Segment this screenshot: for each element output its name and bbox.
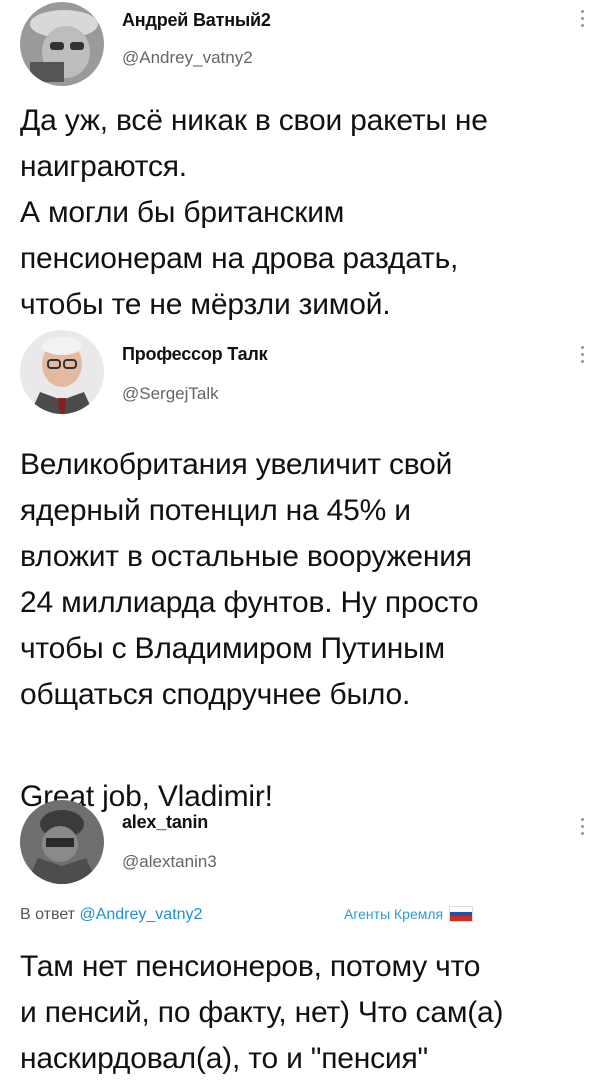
tweet-text: Там нет пенсионеров, потому что и пенсий…: [20, 944, 600, 1082]
tweet-text-line: Там нет пенсионеров, потому что: [20, 950, 481, 983]
author-name[interactable]: alex_tanin: [122, 812, 208, 833]
avatar[interactable]: [20, 800, 104, 884]
russia-flag-icon: [449, 906, 474, 922]
reply-mention-link[interactable]: @Andrey_vatny2: [79, 906, 202, 923]
tweet-text-line: наскирдовал(а), то и "пенсия": [20, 1042, 428, 1075]
reply-prefix: В ответ: [20, 906, 76, 923]
reply-context: В ответ @Andrey_vatny2: [20, 906, 202, 924]
badge-label: Агенты Кремля: [344, 906, 444, 922]
author-handle[interactable]: @alextanin3: [122, 852, 217, 872]
more-vertical-icon[interactable]: [578, 818, 586, 835]
avatar-image-3: [20, 800, 104, 884]
tweet-text-line: и пенсий, по факту, нет) Что сам(а): [20, 996, 504, 1029]
community-badge[interactable]: Агенты Кремля: [344, 906, 474, 922]
tweet-3: alex_tanin @alextanin3 В ответ @Andrey_v…: [0, 0, 616, 1080]
